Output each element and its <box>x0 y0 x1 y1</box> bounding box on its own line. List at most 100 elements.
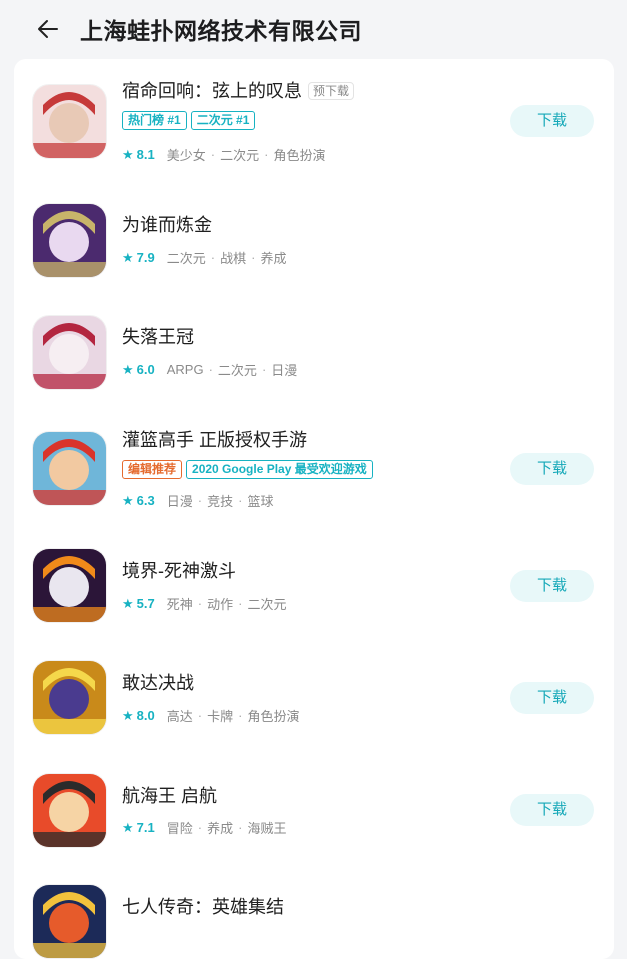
app-icon[interactable] <box>33 432 106 505</box>
app-name: 为谁而炼金 <box>122 214 212 236</box>
separator: · <box>238 708 243 723</box>
app-info: 灌篮高手 正版授权手游 编辑推荐 2020 Google Play 最受欢迎游戏 <box>122 429 377 480</box>
app-name: 境界-死神激斗 <box>122 560 236 582</box>
separator: · <box>238 596 243 611</box>
app-icon[interactable] <box>33 661 106 734</box>
category-label: 角色扮演 <box>247 709 300 724</box>
category-label: 二次元 <box>217 363 257 378</box>
category-label: 动作 <box>207 597 234 612</box>
app-info: 航海王 启航 <box>122 785 217 807</box>
app-name: 灌篮高手 正版授权手游 <box>122 429 377 451</box>
app-meta: ★ 5.7 死神 · 动作 · 二次元 <box>122 594 286 613</box>
category-label: 海贼王 <box>247 821 287 836</box>
star-icon: ★ <box>122 595 134 611</box>
download-button[interactable]: 下载 <box>510 453 594 485</box>
rating-score: 7.1 <box>136 820 155 835</box>
app-tags: 编辑推荐 2020 Google Play 最受欢迎游戏 <box>122 460 377 480</box>
separator: · <box>210 147 216 162</box>
download-button[interactable]: 下载 <box>510 105 594 137</box>
app-name: 失落王冠 <box>122 326 194 348</box>
app-name-text: 宿命回响：弦上的叹息 <box>122 81 302 101</box>
separator: · <box>264 147 269 162</box>
arrow-left-icon[interactable] <box>36 17 60 41</box>
category-label: 养成 <box>260 251 287 266</box>
predownload-badge: 预下载 <box>308 82 355 100</box>
download-button[interactable]: 下载 <box>510 682 594 714</box>
app-meta: ★ 7.9 二次元 · 战棋 · 养成 <box>122 248 286 267</box>
app-name: 七人传奇：英雄集结 <box>122 896 284 918</box>
category-label: 养成 <box>207 821 234 836</box>
separator: · <box>238 493 243 508</box>
rank-tag: 2020 Google Play 最受欢迎游戏 <box>186 460 373 479</box>
app-icon[interactable] <box>33 316 106 389</box>
app-name-text: 境界-死神激斗 <box>122 561 236 581</box>
app-name: 航海王 启航 <box>122 785 217 807</box>
category-label: 冒险 <box>166 821 193 836</box>
category-label: 二次元 <box>247 597 287 612</box>
app-name-text: 敢达决战 <box>122 673 194 693</box>
app-info: 为谁而炼金 <box>122 214 212 236</box>
star-icon: ★ <box>122 707 134 723</box>
page-title: 上海蛙扑网络技术有限公司 <box>80 18 362 44</box>
category-label: 高达 <box>166 709 193 724</box>
separator: · <box>261 362 267 377</box>
download-button[interactable]: 下载 <box>510 570 594 602</box>
app-meta: ★ 6.3 日漫 · 竞技 · 篮球 <box>122 491 273 510</box>
app-info: 敢达决战 <box>122 672 194 694</box>
separator: · <box>197 708 203 723</box>
separator: · <box>208 362 213 377</box>
app-meta: ★ 8.0 高达 · 卡牌 · 角色扮演 <box>122 706 299 725</box>
separator: · <box>251 250 256 265</box>
category-label: ARPG <box>166 362 204 377</box>
category-label: 竞技 <box>207 494 234 509</box>
separator: · <box>197 493 203 508</box>
rating-score: 6.3 <box>136 493 155 508</box>
category-label: 死神 <box>166 597 193 612</box>
category-label: 二次元 <box>220 148 260 163</box>
rank-tag: 二次元 #1 <box>190 111 256 130</box>
app-info: 失落王冠 <box>122 326 194 348</box>
separator: · <box>197 820 203 835</box>
rating-score: 7.9 <box>136 250 155 265</box>
category-label: 卡牌 <box>207 709 234 724</box>
rating-score: 6.0 <box>136 362 155 377</box>
rank-tag: 编辑推荐 <box>122 460 183 479</box>
star-icon: ★ <box>122 819 134 835</box>
category-label: 二次元 <box>166 251 206 266</box>
separator: · <box>197 596 203 611</box>
star-icon: ★ <box>122 146 134 162</box>
category-label: 篮球 <box>247 494 274 509</box>
app-icon[interactable] <box>33 549 106 622</box>
app-info: 宿命回响：弦上的叹息 预下载 热门榜 #1 二次元 #1 <box>122 80 355 131</box>
star-icon: ★ <box>122 361 134 377</box>
category-label: 美少女 <box>166 148 206 163</box>
rating-score: 8.1 <box>136 147 155 162</box>
app-name-text: 七人传奇：英雄集结 <box>122 897 284 917</box>
rating-score: 5.7 <box>136 596 155 611</box>
category-label: 战棋 <box>220 251 247 266</box>
rank-tag: 热门榜 #1 <box>122 111 187 130</box>
separator: · <box>238 820 243 835</box>
app-icon[interactable] <box>33 204 106 277</box>
app-meta: ★ 6.0 ARPG · 二次元 · 日漫 <box>122 360 297 379</box>
app-icon[interactable] <box>33 885 106 958</box>
star-icon: ★ <box>122 249 134 265</box>
top-bar: 上海蛙扑网络技术有限公司 <box>0 0 627 58</box>
app-info: 境界-死神激斗 <box>122 560 236 582</box>
category-label: 日漫 <box>166 494 193 509</box>
app-name-text: 航海王 启航 <box>122 786 218 806</box>
app-name: 宿命回响：弦上的叹息 预下载 <box>122 80 355 102</box>
category-label: 日漫 <box>271 363 298 378</box>
app-icon[interactable] <box>33 774 106 847</box>
category-label: 角色扮演 <box>273 148 326 163</box>
app-meta: ★ 7.1 冒险 · 养成 · 海贼王 <box>122 818 286 837</box>
app-name-text: 失落王冠 <box>122 327 194 347</box>
rating-score: 8.0 <box>136 708 155 723</box>
app-tags: 热门榜 #1 二次元 #1 <box>122 111 354 131</box>
separator: · <box>210 250 216 265</box>
star-icon: ★ <box>122 492 134 508</box>
app-name: 敢达决战 <box>122 672 194 694</box>
app-name-text: 为谁而炼金 <box>122 215 212 235</box>
download-button[interactable]: 下载 <box>510 794 594 826</box>
app-icon[interactable] <box>33 85 106 158</box>
